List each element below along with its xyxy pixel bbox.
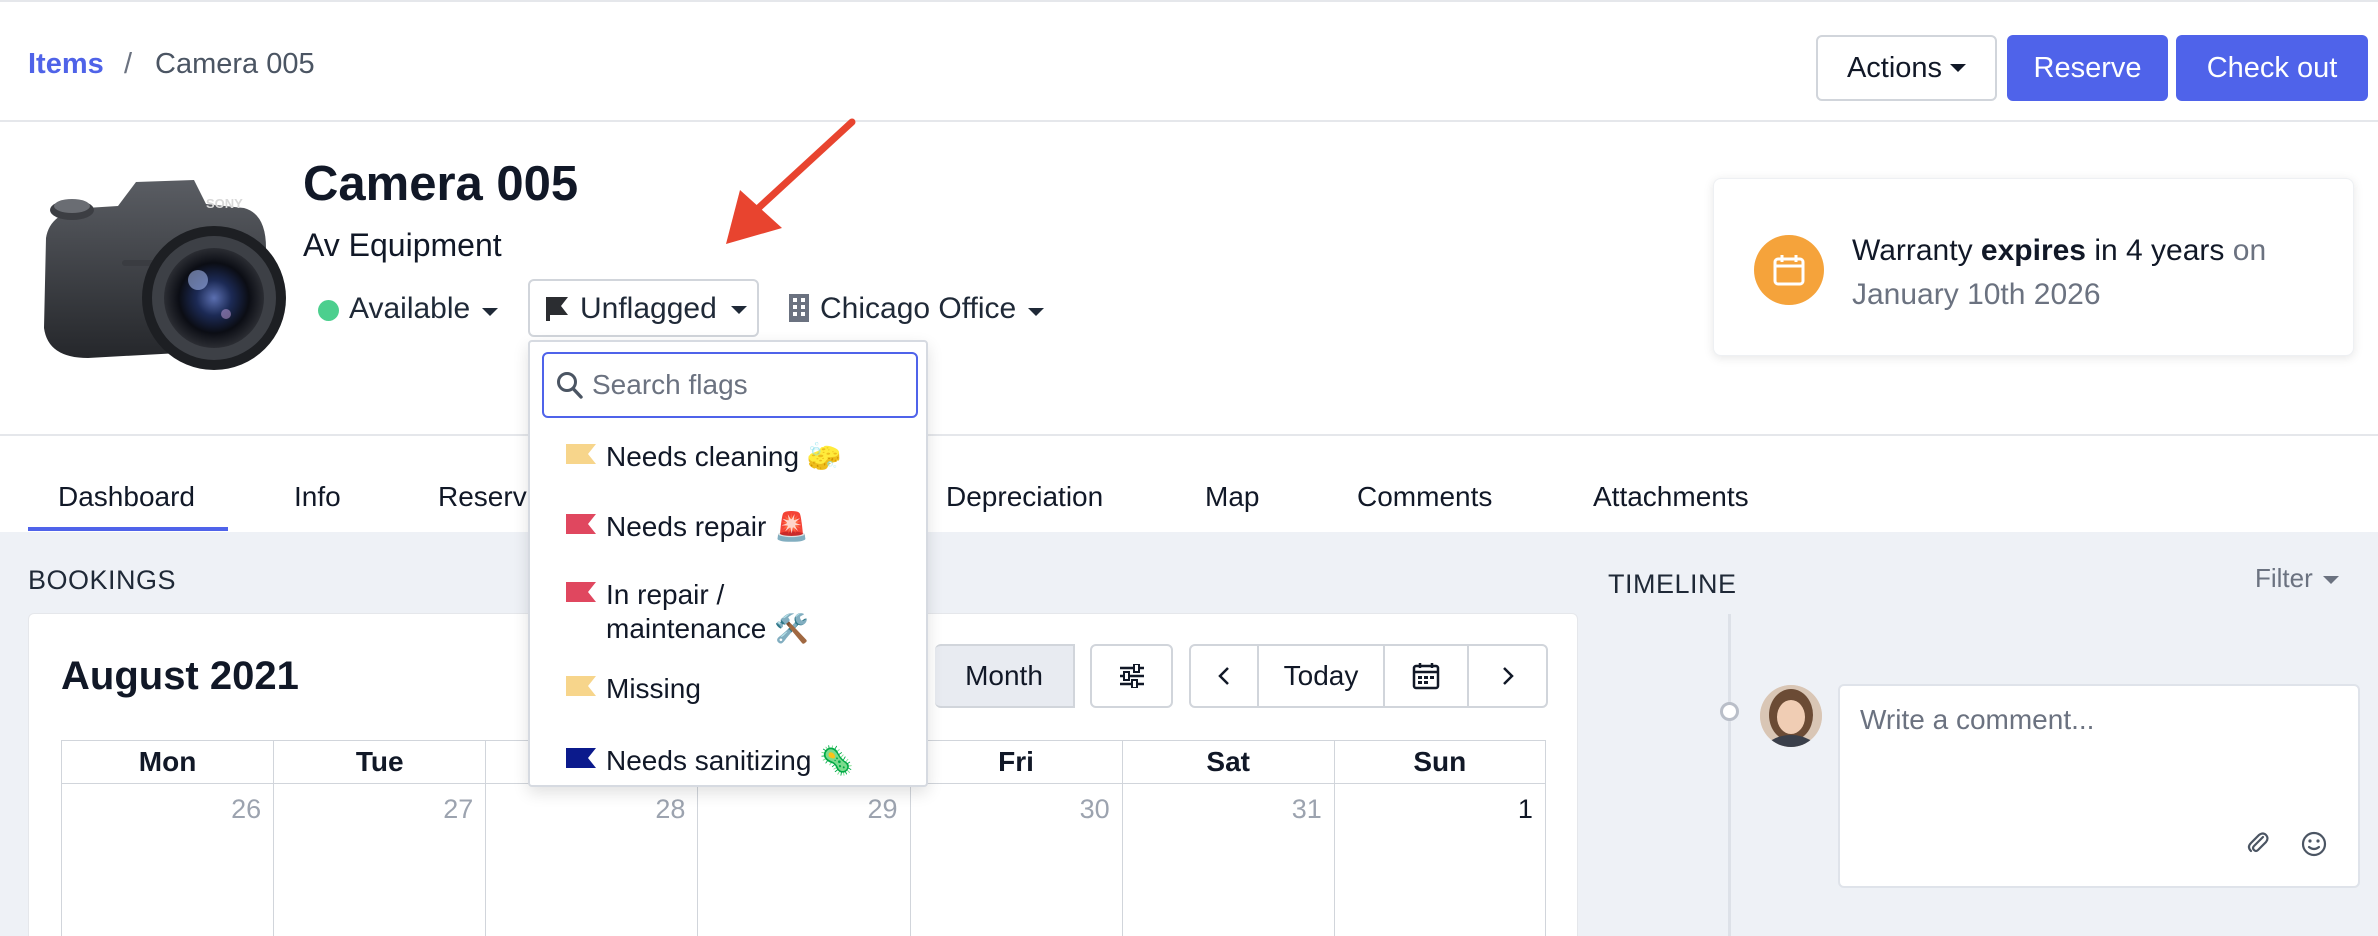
weekday-tue: Tue (273, 740, 486, 784)
flag-option-needs-repair[interactable]: Needs repair 🚨 (566, 510, 906, 550)
chevron-down-icon (731, 306, 747, 314)
timeline-filter-dropdown[interactable]: Filter (2255, 563, 2313, 594)
top-bar: Items / Camera 005 Actions Reserve Check… (0, 0, 2378, 122)
next-month-button[interactable] (1469, 646, 1546, 706)
building-icon (789, 294, 809, 322)
flag-icon (546, 297, 568, 321)
sliders-icon (1119, 664, 1144, 688)
date-picker-button[interactable] (1385, 646, 1469, 706)
timeline-section-label: TIMELINE (1608, 569, 1737, 599)
calendar-day-cell[interactable]: 31 (1121, 784, 1334, 936)
calendar-settings-button[interactable] (1090, 644, 1173, 708)
annotation-arrow-icon (726, 118, 856, 244)
month-view-button[interactable]: Month (935, 644, 1075, 708)
calendar-icon (1412, 663, 1440, 690)
calendar-day-cell[interactable]: 27 (273, 784, 485, 936)
comment-input[interactable]: Write a comment... (1838, 684, 2360, 888)
flag-icon (566, 444, 596, 464)
check-out-button[interactable]: Check out (2176, 35, 2368, 101)
flag-icon (566, 676, 596, 696)
chevron-down-icon (482, 308, 498, 316)
location-dropdown[interactable]: Chicago Office (820, 292, 1016, 326)
flag-dropdown-label: Unflagged (580, 292, 717, 325)
chevron-down-icon (1950, 64, 1967, 72)
status-dot-icon (318, 300, 339, 321)
calendar-day-cell[interactable]: 26 (61, 784, 273, 936)
breadcrumb-separator: / (124, 48, 133, 80)
timeline-line (1728, 614, 1731, 936)
tab-reservations[interactable]: Reserv (438, 481, 527, 513)
flag-option-missing[interactable]: Missing (566, 672, 906, 712)
calendar-navigation: Today (1189, 644, 1548, 708)
svg-text:SONY: SONY (206, 196, 243, 211)
today-button[interactable]: Today (1259, 646, 1385, 706)
calendar-day-cell[interactable]: 29 (697, 784, 909, 936)
item-category: Av Equipment (303, 227, 502, 263)
actions-button-label: Actions (1846, 51, 1943, 84)
item-image: SONY (26, 168, 288, 378)
breadcrumb-items-link[interactable]: Items (28, 48, 104, 81)
chevron-down-icon (1028, 308, 1044, 316)
warranty-card: Warranty expires in 4 years on January 1… (1713, 178, 2354, 356)
tab-map[interactable]: Map (1205, 481, 1259, 513)
warranty-duration: in 4 years (2094, 234, 2225, 267)
emoji-icon[interactable] (2300, 830, 2328, 858)
avatar (1760, 685, 1822, 747)
timeline-node (1720, 702, 1739, 721)
calendar-week-row: 26 27 28 29 30 31 1 (61, 784, 1546, 936)
warranty-prefix: Warranty (1852, 234, 1973, 267)
calendar-day-cell[interactable]: 30 (909, 784, 1122, 936)
calendar-month-title: August 2021 (61, 654, 299, 698)
breadcrumb-current: Camera 005 (155, 48, 315, 80)
flag-dropdown-button[interactable]: Unflagged (528, 279, 759, 337)
flag-option-in-repair[interactable]: In repair / maintenance 🛠️ (566, 578, 906, 650)
comment-placeholder: Write a comment... (1860, 704, 2095, 735)
warranty-expires: expires (1980, 234, 2086, 267)
active-tab-indicator (28, 527, 228, 531)
flag-option-needs-cleaning[interactable]: Needs cleaning 🧽 (566, 440, 906, 480)
chevron-right-icon (1502, 667, 1514, 685)
tab-dashboard[interactable]: Dashboard (58, 481, 195, 513)
tab-attachments[interactable]: Attachments (1593, 481, 1749, 513)
previous-month-button[interactable] (1191, 646, 1259, 706)
calendar-day-cell[interactable]: 1 (1333, 784, 1546, 936)
calendar-icon (1754, 235, 1824, 305)
tab-bar (0, 434, 2378, 532)
weekday-sun: Sun (1333, 740, 1546, 784)
status-dropdown[interactable]: Available (349, 292, 470, 326)
search-icon (557, 372, 583, 399)
reserve-button[interactable]: Reserve (2007, 35, 2168, 101)
flag-option-label: Needs sanitizing 🦠 (606, 745, 855, 776)
chevron-down-icon (2323, 576, 2339, 584)
flag-search-box (542, 352, 918, 418)
weekday-fri: Fri (909, 740, 1122, 784)
flag-option-needs-sanitizing[interactable]: Needs sanitizing 🦠 (566, 744, 906, 784)
flag-option-label: Needs repair 🚨 (606, 511, 809, 542)
flag-icon (566, 582, 596, 602)
actions-button[interactable]: Actions (1816, 35, 1997, 101)
flag-option-label: Missing (606, 673, 701, 704)
flag-icon (566, 514, 596, 534)
flag-option-label: In repair / maintenance 🛠️ (606, 579, 809, 644)
tab-comments[interactable]: Comments (1357, 481, 1492, 513)
tab-info[interactable]: Info (294, 481, 341, 513)
paperclip-icon[interactable] (2245, 830, 2271, 856)
flag-search-input[interactable] (592, 364, 902, 406)
flag-option-label: Needs cleaning 🧽 (606, 441, 842, 472)
bookings-section-label: BOOKINGS (28, 565, 177, 595)
warranty-text: Warranty expires in 4 years on January 1… (1852, 229, 2322, 317)
chevron-left-icon (1218, 667, 1229, 685)
calendar-day-cell[interactable]: 28 (485, 784, 697, 936)
tab-depreciation[interactable]: Depreciation (946, 481, 1103, 513)
weekday-mon: Mon (61, 740, 274, 784)
item-title: Camera 005 (303, 157, 579, 211)
flag-dropdown-menu: Needs cleaning 🧽 Needs repair 🚨 In repai… (528, 340, 928, 787)
weekday-sat: Sat (1121, 740, 1334, 784)
flag-icon (566, 748, 596, 768)
